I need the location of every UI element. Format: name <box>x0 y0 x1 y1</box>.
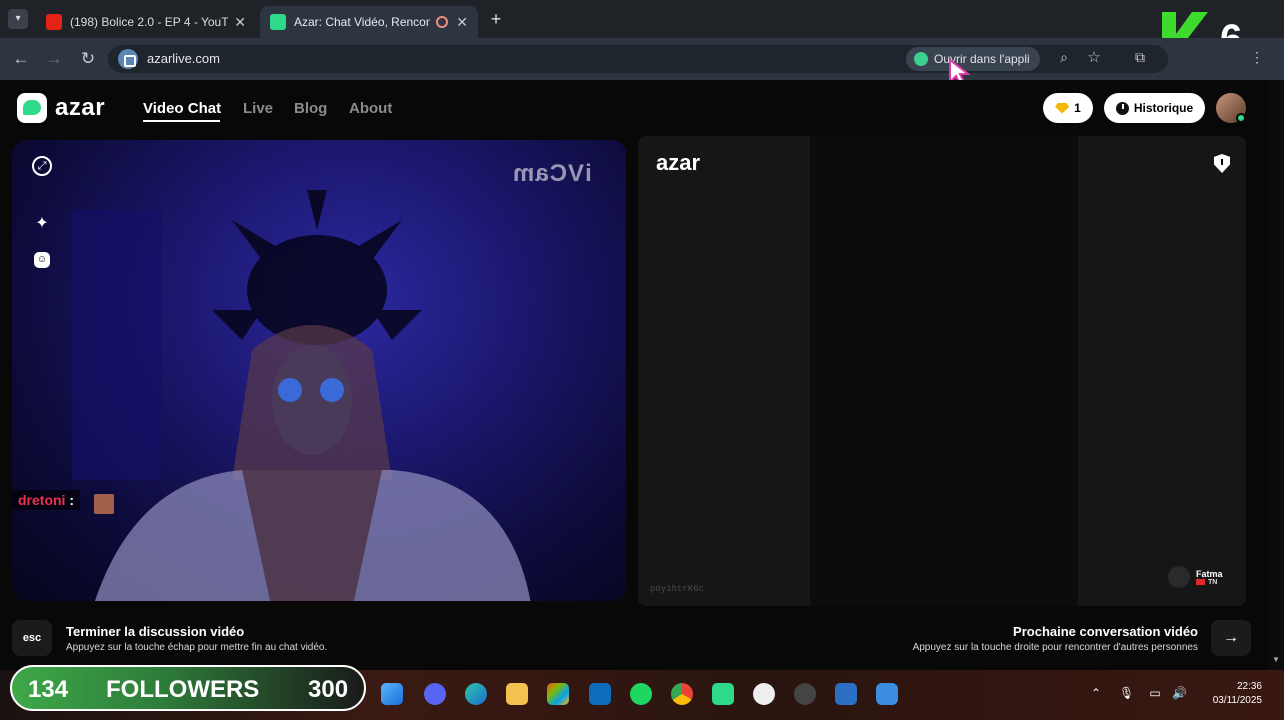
nav-active-underline <box>143 120 220 122</box>
tray-overflow-icon[interactable]: ⌃ <box>1089 686 1103 700</box>
tab-youtube[interactable]: (198) Bolice 2.0 - EP 4 - YouTube ✕ <box>36 6 256 38</box>
photos-icon[interactable] <box>835 683 857 705</box>
file-explorer-icon[interactable] <box>506 683 528 705</box>
report-shield-icon[interactable] <box>1214 154 1230 173</box>
windows-start-icon[interactable] <box>381 683 403 705</box>
discord-icon[interactable] <box>424 683 446 705</box>
youtube-icon <box>46 14 62 30</box>
browser-toolbar: ← → ↻ azarlive.com Ouvrir dans l'appli ⌕… <box>0 38 1284 80</box>
face-filter-icon[interactable]: ☺ <box>34 252 50 268</box>
scroll-down-icon[interactable]: ▼ <box>1268 655 1284 667</box>
zoom-icon[interactable]: ⌕ <box>1054 49 1074 69</box>
tab-title: (198) Bolice 2.0 - EP 4 - YouTube <box>70 15 228 29</box>
person-silhouette <box>95 325 531 601</box>
tunisia-flag-icon <box>1196 579 1205 585</box>
reload-icon[interactable]: ↻ <box>77 48 99 70</box>
followers-goal-widget: 134 FOLLOWERS 300 <box>10 665 366 711</box>
partner-azar-logo: azar <box>656 150 701 175</box>
chat-emote-icon <box>94 494 114 514</box>
recording-icon <box>436 16 448 28</box>
sparkle-effects-icon[interactable]: ✦ <box>32 214 52 234</box>
close-tab-icon[interactable]: ✕ <box>234 14 246 31</box>
back-icon[interactable]: ← <box>10 48 32 70</box>
obs-icon[interactable] <box>753 683 775 705</box>
partner-country: TN <box>1196 579 1223 586</box>
gems-button[interactable]: 1 <box>1043 93 1093 123</box>
address-bar[interactable]: azarlive.com Ouvrir dans l'appli ⌕ ☆ <box>108 45 1168 73</box>
page-scrollbar[interactable] <box>1268 80 1284 670</box>
ivcam-icon[interactable] <box>876 683 898 705</box>
partner-video: azar poyihtrK6c Fatma TN <box>638 136 1246 606</box>
network-icon[interactable]: ▭ <box>1148 686 1162 700</box>
ivcam-watermark: iVCam <box>512 160 592 187</box>
store-icon[interactable] <box>547 683 569 705</box>
end-chat-button[interactable]: esc <box>12 620 52 656</box>
davinci-icon[interactable] <box>794 683 816 705</box>
azar-logo-icon <box>17 93 47 123</box>
open-in-app-button[interactable]: Ouvrir dans l'appli <box>906 47 1040 71</box>
end-chat-hint: Appuyez sur la touche échap pour mettre … <box>66 642 328 653</box>
tab-azar[interactable]: Azar: Chat Vidéo, Rencontre ✕ <box>260 6 478 38</box>
next-chat-hint: Appuyez sur la touche droite pour rencon… <box>912 642 1198 653</box>
azar-logo[interactable]: azar <box>17 93 105 123</box>
nav-live[interactable]: Live <box>243 100 273 117</box>
spotify-icon[interactable] <box>630 683 652 705</box>
tab-list-button[interactable]: ▾ <box>8 9 28 29</box>
next-chat-title: Prochaine conversation vidéo <box>1013 624 1198 639</box>
volume-icon[interactable]: 🔊 <box>1172 686 1187 700</box>
followers-count: 134 <box>28 676 69 703</box>
partner-user-id: poyihtrK6c <box>650 584 705 594</box>
clock-icon <box>1115 101 1129 115</box>
menu-icon[interactable]: ⋮ <box>1250 49 1264 69</box>
url-text[interactable]: azarlive.com <box>147 51 220 66</box>
azar-app-icon <box>914 52 928 66</box>
partner-country-code: TN <box>1208 578 1218 586</box>
outlook-icon[interactable] <box>589 683 611 705</box>
new-tab-button[interactable]: + <box>486 9 506 29</box>
extensions-icon[interactable]: ⧉ <box>1130 49 1150 69</box>
browser-tab-strip: ▾ (198) Bolice 2.0 - EP 4 - YouTube ✕ Az… <box>0 0 1284 38</box>
microphone-icon[interactable]: 🎙 <box>1119 686 1134 700</box>
history-label: Historique <box>1133 101 1194 115</box>
azar-page: azar Video Chat Live Blog About 1 Histor… <box>0 80 1284 670</box>
gem-icon <box>1055 102 1070 114</box>
clock-date: 03/11/2025 <box>1212 695 1262 706</box>
followers-label: FOLLOWERS <box>106 676 260 703</box>
online-status-dot <box>1236 113 1246 123</box>
history-button[interactable]: Historique <box>1104 93 1205 123</box>
edge-icon[interactable] <box>465 683 487 705</box>
partner-avatar <box>1168 566 1190 588</box>
chrome-icon[interactable] <box>671 683 693 705</box>
chat-separator: : <box>69 492 75 508</box>
nav-blog[interactable]: Blog <box>294 100 327 117</box>
chat-username: dretoni <box>18 492 66 508</box>
chat-overlay: dretoni : <box>12 490 81 510</box>
bookmark-star-icon[interactable]: ☆ <box>1084 48 1104 68</box>
tab-title: Azar: Chat Vidéo, Rencontre <box>294 15 430 29</box>
next-chat-button[interactable]: → <box>1211 620 1251 656</box>
followers-goal: 300 <box>308 676 349 703</box>
end-chat-title: Terminer la discussion vidéo <box>66 624 245 639</box>
azar-wordmark: azar <box>55 94 106 121</box>
gems-count: 1 <box>1074 101 1081 115</box>
close-tab-icon[interactable]: ✕ <box>456 14 468 31</box>
forward-icon[interactable]: → <box>43 48 65 70</box>
azar-favicon-icon <box>270 14 286 30</box>
partner-video-feed <box>810 136 1078 606</box>
self-video: iVCam ⤢ ✦ ☺ dretoni : <box>12 140 626 601</box>
nav-video-chat[interactable]: Video Chat <box>143 100 221 117</box>
expand-icon[interactable]: ⤢ <box>32 156 52 176</box>
partner-info[interactable]: Fatma TN <box>1168 566 1223 588</box>
partner-name: Fatma <box>1196 568 1223 579</box>
system-clock[interactable]: 22:36 03/11/2025 <box>1213 680 1262 708</box>
azar-icon[interactable] <box>712 683 734 705</box>
nav-about[interactable]: About <box>349 100 392 117</box>
site-info-icon[interactable] <box>118 49 138 69</box>
clock-time: 22:36 <box>1236 681 1262 692</box>
